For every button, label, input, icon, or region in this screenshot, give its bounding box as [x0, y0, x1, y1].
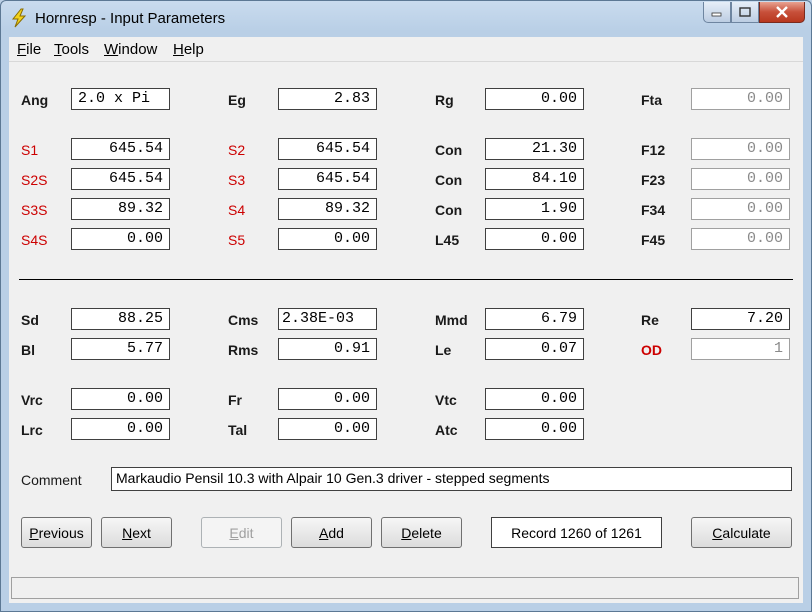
next-button[interactable]: Next [101, 517, 172, 548]
input-parameters-panel: Ang 2.0 x Pi Eg 2.83 Rg 0.00 Fta 0.00 S1… [9, 62, 803, 603]
label-f12: F12 [641, 142, 666, 158]
label-s1: S1 [21, 142, 39, 158]
label-s2s: S2S [21, 172, 48, 188]
field-re[interactable]: 7.20 [691, 308, 790, 330]
lightning-bolt-icon [11, 8, 27, 28]
field-s4s[interactable]: 0.00 [71, 228, 170, 250]
label-sd: Sd [21, 312, 39, 328]
label-lrc: Lrc [21, 422, 43, 438]
field-fta: 0.00 [691, 88, 790, 110]
label-le: Le [435, 342, 452, 358]
label-f23: F23 [641, 172, 666, 188]
label-eg: Eg [228, 92, 246, 108]
menu-tools[interactable]: Tools [54, 41, 89, 58]
edit-button: Edit [201, 517, 282, 548]
field-eg[interactable]: 2.83 [278, 88, 377, 110]
label-ang: Ang [21, 92, 49, 108]
field-s2[interactable]: 645.54 [278, 138, 377, 160]
field-ang[interactable]: 2.0 x Pi [71, 88, 170, 110]
field-s3[interactable]: 645.54 [278, 168, 377, 190]
label-rg: Rg [435, 92, 454, 108]
label-con-3: Con [435, 202, 463, 218]
calculate-button[interactable]: Calculate [691, 517, 792, 548]
field-con-1[interactable]: 21.30 [485, 138, 584, 160]
status-bar [11, 577, 799, 599]
field-s4[interactable]: 89.32 [278, 198, 377, 220]
field-fr[interactable]: 0.00 [278, 388, 377, 410]
minimize-button[interactable] [703, 2, 731, 23]
field-rms[interactable]: 0.91 [278, 338, 377, 360]
window-title: Hornresp - Input Parameters [35, 10, 226, 27]
field-f23: 0.00 [691, 168, 790, 190]
label-vrc: Vrc [21, 392, 43, 408]
maximize-button[interactable] [731, 2, 759, 23]
comment-field[interactable]: Markaudio Pensil 10.3 with Alpair 10 Gen… [111, 467, 792, 491]
label-fta: Fta [641, 92, 662, 108]
label-s5: S5 [228, 232, 246, 248]
field-atc[interactable]: 0.00 [485, 418, 584, 440]
minimize-icon [711, 12, 722, 17]
field-s1[interactable]: 645.54 [71, 138, 170, 160]
menu-help[interactable]: Help [173, 41, 204, 58]
field-f45: 0.00 [691, 228, 790, 250]
field-vrc[interactable]: 0.00 [71, 388, 170, 410]
field-vtc[interactable]: 0.00 [485, 388, 584, 410]
label-s2: S2 [228, 142, 246, 158]
field-le[interactable]: 0.07 [485, 338, 584, 360]
field-od: 1 [691, 338, 790, 360]
title-bar[interactable]: Hornresp - Input Parameters [1, 1, 811, 37]
field-con-3[interactable]: 1.90 [485, 198, 584, 220]
label-s4: S4 [228, 202, 246, 218]
label-cms: Cms [228, 312, 259, 328]
close-icon [776, 6, 788, 18]
label-f34: F34 [641, 202, 666, 218]
close-button[interactable] [759, 2, 805, 23]
label-s3: S3 [228, 172, 246, 188]
label-comment: Comment [21, 472, 82, 488]
add-button[interactable]: Add [291, 517, 372, 548]
label-tal: Tal [228, 422, 248, 438]
field-cms[interactable]: 2.38E-03 [278, 308, 377, 330]
field-con-2[interactable]: 84.10 [485, 168, 584, 190]
field-sd[interactable]: 88.25 [71, 308, 170, 330]
label-s4s: S4S [21, 232, 48, 248]
field-s5[interactable]: 0.00 [278, 228, 377, 250]
label-mmd: Mmd [435, 312, 468, 328]
field-tal[interactable]: 0.00 [278, 418, 377, 440]
delete-button[interactable]: Delete [381, 517, 462, 548]
menu-window[interactable]: Window [104, 41, 157, 58]
label-od: OD [641, 342, 662, 358]
label-f45: F45 [641, 232, 666, 248]
label-fr: Fr [228, 392, 242, 408]
maximize-icon [739, 7, 751, 17]
label-s3s: S3S [21, 202, 48, 218]
label-rms: Rms [228, 342, 259, 358]
hornresp-window: Hornresp - Input Parameters File Tools W… [0, 0, 812, 612]
field-s2s[interactable]: 645.54 [71, 168, 170, 190]
label-con-2: Con [435, 172, 463, 188]
field-bl[interactable]: 5.77 [71, 338, 170, 360]
label-vtc: Vtc [435, 392, 457, 408]
field-s3s[interactable]: 89.32 [71, 198, 170, 220]
section-divider [19, 279, 793, 280]
label-atc: Atc [435, 422, 458, 438]
label-l45: L45 [435, 232, 460, 248]
field-rg[interactable]: 0.00 [485, 88, 584, 110]
field-l45[interactable]: 0.00 [485, 228, 584, 250]
field-f34: 0.00 [691, 198, 790, 220]
label-re: Re [641, 312, 659, 328]
field-lrc[interactable]: 0.00 [71, 418, 170, 440]
field-f12: 0.00 [691, 138, 790, 160]
menu-bar: File Tools Window Help [9, 37, 803, 62]
previous-button[interactable]: Previous [21, 517, 92, 548]
record-indicator: Record 1260 of 1261 [491, 517, 662, 548]
label-bl: Bl [21, 342, 35, 358]
menu-file[interactable]: File [17, 41, 41, 58]
field-mmd[interactable]: 6.79 [485, 308, 584, 330]
label-con-1: Con [435, 142, 463, 158]
